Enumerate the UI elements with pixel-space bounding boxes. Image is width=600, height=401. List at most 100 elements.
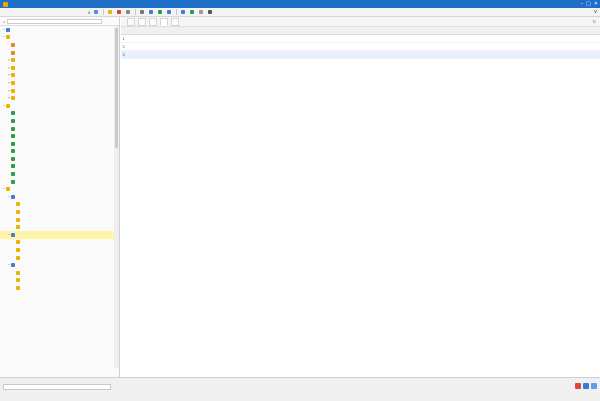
- tray-icons: [575, 383, 597, 389]
- tree-node[interactable]: [0, 140, 114, 148]
- tree-node[interactable]: −: [0, 193, 114, 201]
- close-button[interactable]: ✕: [594, 1, 598, 7]
- tree-node[interactable]: [0, 49, 114, 57]
- tree-node[interactable]: −: [0, 102, 114, 110]
- tree-node[interactable]: [0, 125, 114, 133]
- toolbar-button-12[interactable]: [208, 10, 213, 14]
- document-icon: [94, 10, 99, 14]
- leaf-icon: [11, 164, 15, 169]
- table-row[interactable]: 2: [121, 43, 600, 51]
- leaf-icon: [11, 149, 15, 154]
- tree-node[interactable]: +: [0, 94, 114, 102]
- refresh-icon[interactable]: ↻: [593, 19, 596, 24]
- tree-node[interactable]: [0, 284, 114, 292]
- tree-node[interactable]: −: [0, 26, 114, 34]
- table-cell: 2: [122, 44, 125, 49]
- tree-node[interactable]: [0, 246, 114, 254]
- folder-icon: [6, 35, 10, 40]
- tree-scrollbar[interactable]: [114, 26, 119, 368]
- leaf-icon: [11, 172, 15, 177]
- folder-icon: [16, 285, 20, 290]
- table-row[interactable]: 3: [121, 51, 600, 59]
- minimize-button[interactable]: –: [581, 1, 584, 7]
- folder-open-icon: [108, 10, 113, 14]
- tree-node[interactable]: [0, 170, 114, 178]
- table-row[interactable]: 1: [121, 35, 600, 43]
- toolbar-dropdown-arrow[interactable]: v: [88, 10, 90, 15]
- toolbar-button-11[interactable]: [199, 10, 204, 14]
- folder-icon: [16, 202, 20, 207]
- tree-node[interactable]: [0, 132, 114, 140]
- tree-node[interactable]: +: [0, 72, 114, 80]
- app-logo-icon: [3, 1, 8, 7]
- leaf-icon: [11, 141, 15, 146]
- folder-icon: [11, 96, 15, 101]
- tab-3[interactable]: [149, 17, 157, 26]
- tab-5[interactable]: [171, 17, 179, 26]
- tree-node[interactable]: [0, 216, 114, 224]
- leaf-icon: [11, 126, 15, 131]
- tree-node[interactable]: [0, 148, 114, 156]
- tree-node[interactable]: [0, 239, 114, 247]
- tree-panel: ⌕ − − + + + + + + − − − − −: [0, 17, 120, 377]
- tray-network-icon[interactable]: [583, 383, 589, 389]
- tree-node[interactable]: −: [0, 231, 114, 239]
- toolbar-button-9[interactable]: [181, 10, 186, 14]
- tree-node[interactable]: −: [0, 185, 114, 193]
- tree-node[interactable]: [0, 269, 114, 277]
- folder-icon: [16, 240, 20, 245]
- tree-node[interactable]: [0, 117, 114, 125]
- tree-node[interactable]: [0, 254, 114, 262]
- toolbar-button-6[interactable]: [149, 10, 154, 14]
- tree-node[interactable]: [0, 41, 114, 49]
- toolbar-button-8[interactable]: [167, 10, 172, 14]
- toolbar-button-1[interactable]: [94, 10, 99, 14]
- chevron-down-icon[interactable]: v: [594, 9, 597, 15]
- list-icon: [149, 10, 154, 14]
- tree-node[interactable]: −: [0, 34, 114, 42]
- tree-node[interactable]: +: [0, 87, 114, 95]
- toolbar-button-7[interactable]: [158, 10, 163, 14]
- toolbar-button-10[interactable]: [190, 10, 195, 14]
- tab-4[interactable]: [160, 17, 168, 26]
- folder-icon: [16, 278, 20, 283]
- content-panel: ↻ 1 2 3: [121, 17, 600, 377]
- filter-icon: [199, 10, 204, 14]
- folder-icon: [16, 248, 20, 253]
- leaf-icon: [11, 179, 15, 184]
- tree-node[interactable]: [0, 110, 114, 118]
- tree-node[interactable]: −: [0, 261, 114, 269]
- navigation-tree: − − + + + + + + − − − − −: [0, 26, 114, 368]
- tree-node[interactable]: +: [0, 79, 114, 87]
- toolbar-separator: [103, 9, 105, 15]
- grid-header: [121, 27, 600, 35]
- table-cell: 1: [122, 36, 125, 41]
- tab-2[interactable]: [138, 17, 146, 26]
- data-grid: 1 2 3: [121, 27, 600, 59]
- tree-node[interactable]: [0, 277, 114, 285]
- tray-app-icon[interactable]: [575, 383, 581, 389]
- tree-node[interactable]: [0, 223, 114, 231]
- bar-chart-icon: [158, 10, 163, 14]
- leaf-icon: [11, 118, 15, 123]
- tree-node[interactable]: [0, 155, 114, 163]
- tree-node[interactable]: +: [0, 56, 114, 64]
- tree-search-input[interactable]: [7, 18, 103, 24]
- tab-1[interactable]: [127, 17, 135, 26]
- tree-node[interactable]: [0, 208, 114, 216]
- toolbar-button-2[interactable]: [108, 10, 113, 14]
- search-icon: ⌕: [3, 18, 6, 24]
- grid-body: 1 2 3: [121, 35, 600, 59]
- scrollbar-thumb[interactable]: [115, 28, 118, 148]
- toolbar-button-3[interactable]: [117, 10, 122, 14]
- tray-sound-icon[interactable]: [591, 383, 597, 389]
- toolbar-button-4[interactable]: [126, 10, 131, 14]
- maximize-button[interactable]: □: [586, 1, 591, 7]
- tree-node[interactable]: [0, 163, 114, 171]
- tree-node[interactable]: +: [0, 64, 114, 72]
- toolbar-button-5[interactable]: [140, 10, 145, 14]
- toolbar-separator: [176, 9, 178, 15]
- leaf-icon: [11, 134, 15, 139]
- tree-node[interactable]: [0, 201, 114, 209]
- tree-node[interactable]: [0, 178, 114, 186]
